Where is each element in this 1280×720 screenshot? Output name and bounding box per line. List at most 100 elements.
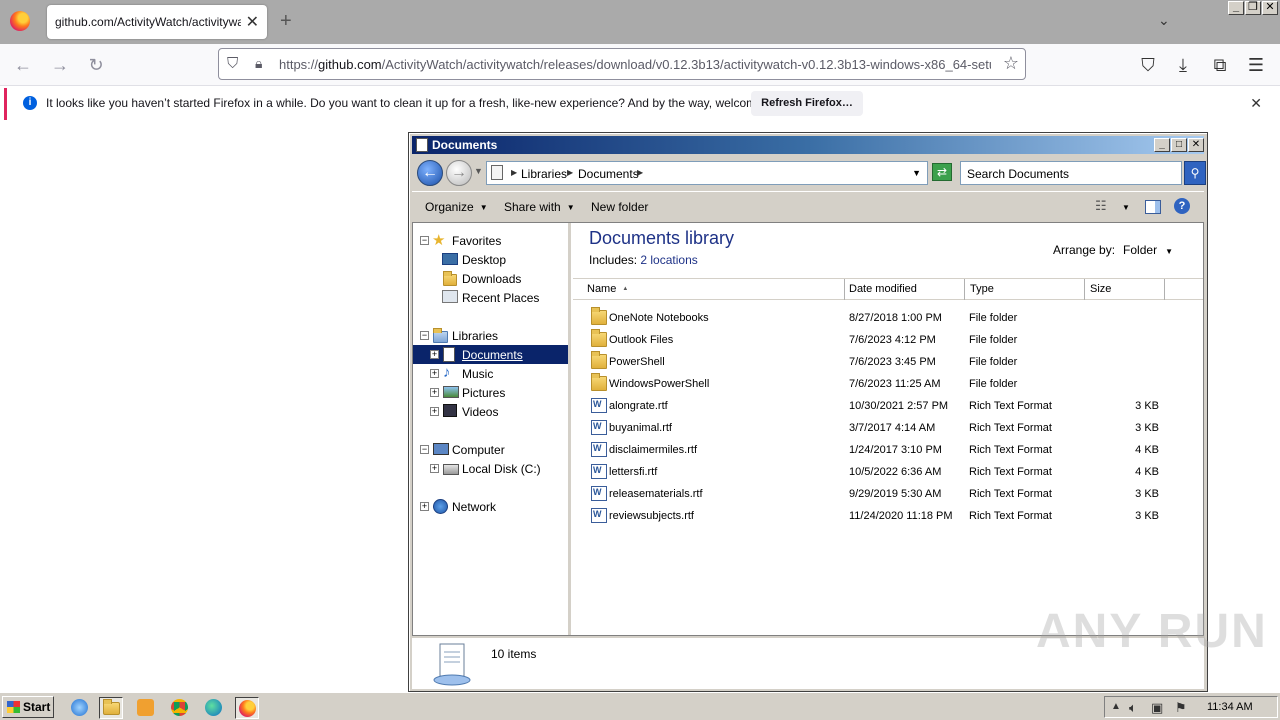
firefox-logo-icon[interactable] [10, 11, 30, 31]
url-text[interactable]: https://github.com/ActivityWatch/activit… [279, 57, 991, 72]
tree-item-documents[interactable]: + Documents [413, 345, 568, 364]
list-all-tabs-icon[interactable]: ⌄ [1158, 12, 1174, 28]
view-options-icon[interactable]: ☷ [1095, 198, 1113, 214]
bookmark-star-icon[interactable]: ☆ [1003, 53, 1019, 74]
file-row[interactable]: releasematerials.rtf 9/29/2019 5:30 AM Ric… [573, 483, 1203, 505]
taskbar-internet-explorer[interactable] [68, 697, 92, 719]
new-tab-icon[interactable]: + [280, 10, 292, 33]
file-row[interactable]: disclaimermiles.rtf 1/24/2017 3:10 PM Rich… [573, 439, 1203, 461]
taskbar-media-player[interactable] [134, 697, 158, 719]
taskbar-explorer[interactable] [99, 697, 123, 719]
action-center-flag-icon[interactable]: ⚑ [1175, 700, 1187, 716]
tracking-shield-icon[interactable]: ⛉ [227, 55, 245, 73]
tree-item-music[interactable]: + ♪ Music [413, 364, 568, 383]
tree-item-pictures[interactable]: + Pictures [413, 383, 568, 402]
column-header-type[interactable]: Type [965, 279, 1085, 300]
search-icon[interactable]: ⚲ [1184, 161, 1206, 185]
refresh-icon[interactable]: ⇄ [932, 163, 952, 181]
includes-locations-link[interactable]: 2 locations [640, 253, 697, 267]
organize-button[interactable]: Organize ▼ [425, 200, 488, 214]
restore-icon[interactable]: ❐ [1245, 1, 1261, 15]
explorer-back-icon[interactable]: ← [417, 160, 443, 186]
browser-tab[interactable]: github.com/ActivityWatch/activitywatch ✕ [47, 5, 267, 39]
expand-icon[interactable]: + [430, 369, 439, 378]
column-header-size[interactable]: Size [1085, 279, 1165, 300]
expand-icon[interactable]: + [430, 350, 439, 359]
view-dropdown-icon[interactable]: ▼ [1122, 203, 1130, 212]
show-hidden-icons-icon[interactable]: ▲ [1111, 701, 1121, 712]
address-dropdown-icon[interactable]: ▼ [912, 168, 921, 178]
tree-item-network[interactable]: + Network [413, 497, 568, 516]
file-date-modified: 7/6/2023 11:25 AM [849, 378, 941, 390]
tree-item-desktop[interactable]: Desktop [413, 250, 568, 269]
file-row[interactable]: Outlook Files 7/6/2023 4:12 PM File folder [573, 329, 1203, 351]
collapse-icon[interactable]: − [420, 331, 429, 340]
tree-label: Desktop [462, 253, 507, 267]
start-button[interactable]: Start [2, 696, 54, 718]
expand-icon[interactable]: + [430, 464, 439, 473]
clock[interactable]: 11:34 AM [1207, 701, 1253, 713]
tree-item-downloads[interactable]: Downloads [413, 269, 568, 288]
explorer-minimize-icon[interactable]: _ [1154, 138, 1170, 152]
volume-icon[interactable]: 🔈︎ [1129, 700, 1137, 716]
refresh-firefox-button[interactable]: Refresh Firefox… [751, 91, 863, 116]
taskbar-firefox[interactable] [235, 697, 259, 719]
expand-icon[interactable]: + [420, 502, 429, 511]
expand-icon[interactable]: + [430, 388, 439, 397]
tab-close-icon[interactable]: ✕ [246, 12, 259, 32]
new-folder-button[interactable]: New folder [591, 200, 648, 214]
tree-item-videos[interactable]: + Videos [413, 402, 568, 421]
collapse-icon[interactable]: − [420, 445, 429, 454]
breadcrumb-arrow-icon[interactable]: ▶ [567, 168, 573, 177]
reload-icon[interactable]: ↻ [85, 54, 107, 76]
forward-arrow-icon[interactable]: → [49, 54, 71, 76]
address-bar[interactable]: ▶ Libraries ▶ Documents ▶ ▼ [486, 161, 928, 185]
menu-hamburger-icon[interactable]: ☰ [1245, 54, 1267, 76]
breadcrumb-arrow-icon[interactable]: ▶ [511, 168, 517, 177]
tree-item-recent-places[interactable]: Recent Places [413, 288, 568, 307]
breadcrumb-libraries[interactable]: Libraries [521, 167, 567, 181]
column-header-name[interactable]: Name ▲ [573, 279, 845, 300]
expand-icon[interactable]: + [430, 407, 439, 416]
notification-close-icon[interactable]: ✕ [1250, 95, 1262, 112]
column-header-date[interactable]: Date modified [845, 279, 965, 300]
share-with-button[interactable]: Share with ▼ [504, 200, 575, 214]
back-arrow-icon[interactable]: ← [12, 54, 34, 76]
pocket-icon[interactable]: ⛉ [1137, 54, 1159, 76]
file-size: 3 KB [1135, 488, 1159, 500]
breadcrumb-documents[interactable]: Documents [578, 167, 639, 181]
file-row[interactable]: PowerShell 7/6/2023 3:45 PM File folder [573, 351, 1203, 373]
folder-icon [591, 351, 607, 369]
recent-pages-arrow-icon[interactable]: ▼ [474, 166, 483, 176]
explorer-forward-icon[interactable]: → [446, 160, 472, 186]
minimize-icon[interactable]: _ [1228, 1, 1244, 15]
file-row[interactable]: WindowsPowerShell 7/6/2023 11:25 AM File f… [573, 373, 1203, 395]
url-host: github.com [318, 57, 382, 72]
close-window-icon[interactable]: ✕ [1262, 1, 1278, 15]
arrange-by-dropdown[interactable]: Folder ▼ [1123, 243, 1173, 257]
file-row[interactable]: reviewsubjects.rtf 11/24/2020 11:18 PM Ric… [573, 505, 1203, 527]
file-row[interactable]: alongrate.rtf 10/30/2021 2:57 PM Rich Text… [573, 395, 1203, 417]
tree-item-favorites[interactable]: − ★ Favorites [413, 231, 568, 250]
tree-item-libraries[interactable]: − Libraries [413, 326, 568, 345]
tree-item-computer[interactable]: − Computer [413, 440, 568, 459]
explorer-close-icon[interactable]: ✕ [1188, 138, 1204, 152]
tree-item-local-disk[interactable]: + Local Disk (C:) [413, 459, 568, 478]
file-row[interactable]: OneNote Notebooks 8/27/2018 1:00 PM File f… [573, 307, 1203, 329]
explorer-maximize-icon[interactable]: □ [1171, 138, 1187, 152]
taskbar-chrome[interactable] [168, 697, 192, 719]
explorer-title-bar[interactable]: Documents _ □ ✕ [412, 136, 1204, 154]
preview-pane-icon[interactable] [1145, 200, 1161, 214]
downloads-icon[interactable]: ⤓ [1172, 54, 1194, 76]
search-input[interactable]: Search Documents [960, 161, 1182, 185]
file-row[interactable]: buyanimal.rtf 3/7/2017 4:14 AM Rich Text F… [573, 417, 1203, 439]
lock-icon[interactable]: 🔒︎ [255, 55, 271, 73]
url-bar[interactable]: ⛉ 🔒︎ https://github.com/ActivityWatch/ac… [218, 48, 1026, 80]
collapse-icon[interactable]: − [420, 236, 429, 245]
extensions-icon[interactable]: ⧉ [1209, 54, 1231, 76]
help-icon[interactable]: ? [1174, 198, 1190, 214]
network-status-icon[interactable]: ▣ [1151, 700, 1163, 716]
taskbar-edge[interactable] [202, 697, 226, 719]
file-row[interactable]: lettersfi.rtf 10/5/2022 6:36 AM Rich Text … [573, 461, 1203, 483]
breadcrumb-arrow-icon[interactable]: ▶ [637, 168, 643, 177]
